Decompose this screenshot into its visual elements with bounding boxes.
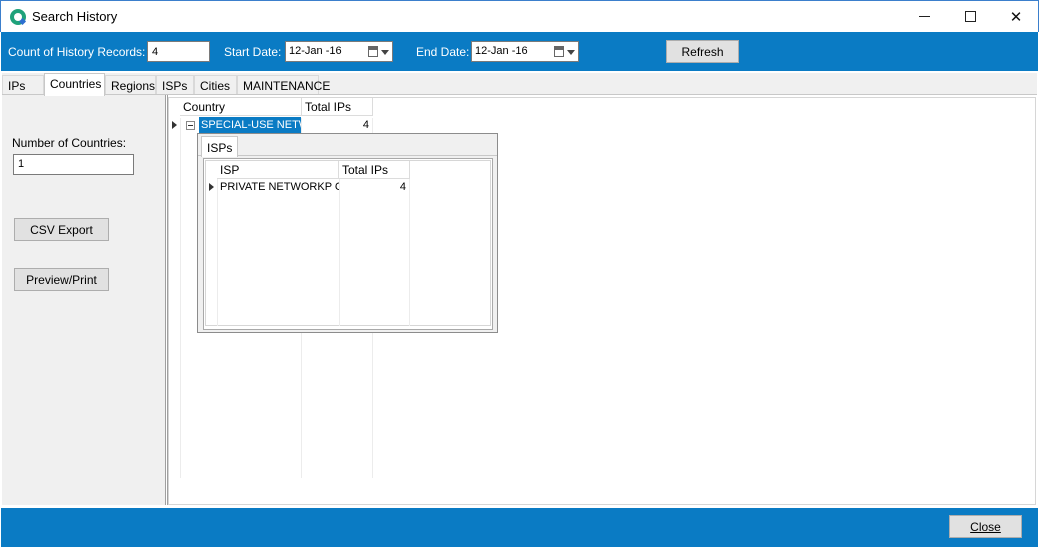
row-indicator-icon (209, 183, 214, 191)
filter-toolbar: Count of History Records: Start Date: 12… (1, 32, 1038, 71)
start-date-picker[interactable]: 12-Jan -16 (285, 41, 393, 62)
maximize-icon (964, 11, 976, 22)
country-cell[interactable]: SPECIAL-USE NETWC (199, 117, 301, 134)
app-logo-icon (10, 9, 26, 25)
collapse-icon[interactable] (186, 121, 195, 130)
preview-print-button[interactable]: Preview/Print (14, 268, 109, 291)
close-button[interactable]: Close (949, 515, 1022, 538)
column-header-isp[interactable]: ISP (217, 161, 339, 179)
refresh-button[interactable]: Refresh (666, 40, 739, 63)
calendar-icon (554, 46, 564, 57)
minimize-button[interactable] (901, 1, 947, 32)
tab-maintenance[interactable]: MAINTENANCE (237, 75, 330, 95)
num-countries-label: Number of Countries: (12, 136, 127, 150)
window-close-button[interactable]: ✕ (993, 1, 1039, 32)
isp-total-ips-cell[interactable]: 4 (339, 179, 410, 196)
end-date-value: 12-Jan -16 (475, 45, 528, 57)
maximize-button[interactable] (947, 1, 993, 32)
minimize-icon (918, 16, 930, 17)
column-header-total-ips[interactable]: Total IPs (302, 98, 373, 116)
title-bar: Search History ✕ (0, 0, 1039, 32)
grid-line (217, 178, 218, 326)
grid-line (409, 178, 410, 326)
tab-isps[interactable]: ISPs (156, 75, 194, 95)
chevron-down-icon (381, 50, 389, 55)
detail-tab-bar: ISPs (198, 134, 497, 157)
column-header-country[interactable]: Country (180, 98, 302, 116)
chevron-down-icon (567, 50, 575, 55)
splitter[interactable] (165, 95, 166, 505)
end-date-picker[interactable]: 12-Jan -16 (471, 41, 579, 62)
total-ips-cell[interactable]: 4 (302, 117, 373, 134)
column-header-isp-total-ips[interactable]: Total IPs (339, 161, 410, 179)
detail-panel: ISPs ISP Total IPs PRIVATE NETWORKP CL 4 (197, 133, 498, 333)
tab-content: Number of Countries: 1 CSV Export Previe… (2, 94, 1037, 506)
start-date-value: 12-Jan -16 (289, 45, 342, 57)
tab-detail-isps[interactable]: ISPs (201, 136, 239, 157)
csv-export-button[interactable]: CSV Export (14, 218, 109, 241)
tab-regions[interactable]: Regions (105, 75, 156, 95)
window-title: Search History (32, 9, 118, 24)
tab-ips[interactable]: IPs (2, 75, 44, 95)
grid-line (339, 178, 340, 326)
isp-cell[interactable]: PRIVATE NETWORKP CL (217, 179, 339, 196)
left-panel: Number of Countries: 1 CSV Export Previe… (2, 95, 165, 505)
isp-grid: ISP Total IPs PRIVATE NETWORKP CL 4 (203, 158, 493, 330)
count-input[interactable] (147, 41, 210, 62)
row-indicator-icon (172, 121, 177, 129)
close-icon: ✕ (1009, 8, 1023, 26)
count-label: Count of History Records: (8, 45, 146, 59)
footer-bar: Close (1, 508, 1038, 547)
start-date-label: Start Date: (224, 45, 282, 59)
end-date-label: End Date: (416, 45, 470, 59)
tab-countries[interactable]: Countries (44, 73, 105, 96)
tab-strip: IPs Countries Regions ISPs Cities MAINTE… (2, 73, 1037, 96)
num-countries-field[interactable]: 1 (13, 154, 134, 175)
grid-line (180, 118, 181, 478)
calendar-icon (368, 46, 378, 57)
isp-grid-body: ISP Total IPs PRIVATE NETWORKP CL 4 (205, 160, 491, 326)
tab-cities[interactable]: Cities (194, 75, 237, 95)
